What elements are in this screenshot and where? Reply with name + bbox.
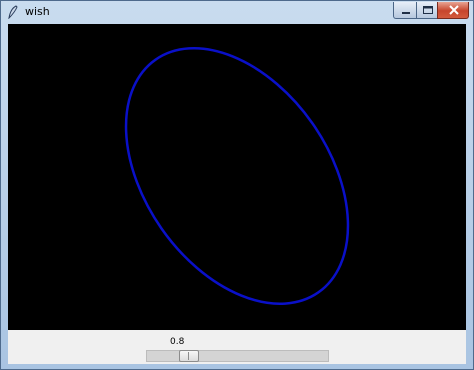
maximize-button[interactable] [416,2,438,19]
minimize-icon [402,12,410,14]
drawing-canvas[interactable] [8,24,466,330]
scale-value: 0.8 [170,337,185,347]
feather-icon [8,5,18,19]
app-window: wish 0.8 [0,0,474,370]
scale-trough[interactable] [146,350,329,362]
close-icon [449,5,459,15]
client-area: 0.8 [8,24,466,364]
window-title: wish [25,5,50,18]
minimize-button[interactable] [393,2,417,19]
scale-slider-handle[interactable] [179,350,199,362]
maximize-icon [423,6,433,14]
title-bar[interactable]: wish [1,1,473,23]
close-button[interactable] [437,2,469,19]
canvas-svg [124,47,350,305]
ellipse-shape [124,47,350,305]
